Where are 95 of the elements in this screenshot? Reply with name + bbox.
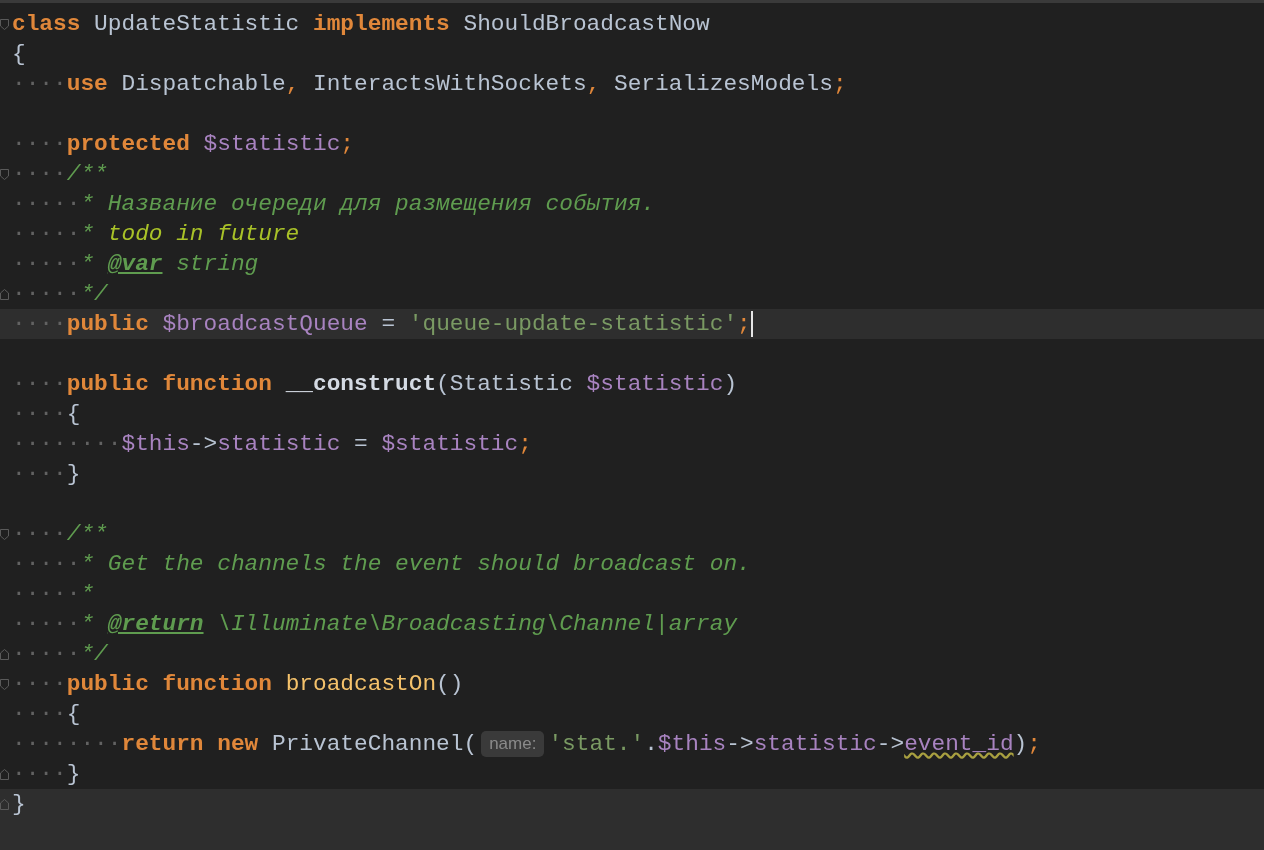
comment: * Название очереди для размещения события. <box>80 190 655 219</box>
code-text: ) <box>1013 730 1028 759</box>
comment: * <box>80 250 95 279</box>
code-text: -> <box>189 430 218 459</box>
keyword: public function <box>66 670 273 699</box>
fold-marker-icon[interactable] <box>0 768 9 780</box>
whitespace-marker: ···· <box>12 760 67 789</box>
fold-marker-icon[interactable] <box>0 678 9 690</box>
code-text: . <box>644 730 658 759</box>
whitespace-marker: ········ <box>12 730 122 759</box>
todo-comment: todo in future <box>106 220 300 249</box>
code-text: } <box>66 460 81 489</box>
whitespace-marker: ···· <box>12 400 67 429</box>
variable: statistic <box>753 730 877 759</box>
whitespace-marker: ···· <box>12 310 67 339</box>
keyword: protected <box>66 130 191 159</box>
code-text: { <box>66 700 81 729</box>
variable: $this <box>121 430 190 459</box>
variable: $this <box>657 730 727 759</box>
code-text: -> <box>726 730 754 759</box>
punctuation: , <box>285 70 300 99</box>
comment: */ <box>80 640 108 669</box>
fold-marker-icon[interactable] <box>0 18 9 30</box>
whitespace-marker: ···· <box>12 370 67 399</box>
keyword: class <box>12 10 81 39</box>
whitespace-marker: ····· <box>12 550 81 579</box>
comment: \Illuminate\Broadcasting\Channel|array <box>216 610 738 639</box>
comment: * <box>80 220 95 249</box>
doc-tag: @return <box>107 609 204 639</box>
variable: $statistic <box>586 370 724 399</box>
comment: /** <box>66 520 108 549</box>
code-text: ) <box>723 370 738 399</box>
code-text: UpdateStatistic <box>93 10 301 39</box>
keyword: public function <box>66 370 273 399</box>
code-text: InteractsWithSockets <box>312 70 587 99</box>
whitespace-marker: ···· <box>12 130 67 159</box>
comment: /** <box>66 160 108 189</box>
comment: * <box>80 580 95 609</box>
code-text: -> <box>876 730 905 759</box>
code-text: } <box>66 760 81 789</box>
keyword: implements <box>313 10 450 39</box>
fold-marker-icon[interactable] <box>0 288 9 300</box>
code-text: = <box>353 430 369 459</box>
whitespace-marker: ····· <box>12 190 81 219</box>
punctuation: ; <box>737 310 751 339</box>
code-text: (Statistic <box>436 370 574 399</box>
function-name: broadcastOn <box>285 670 437 699</box>
keyword: use <box>66 70 108 99</box>
whitespace-marker: ···· <box>12 700 67 729</box>
code-text: SerializesModels <box>613 70 833 99</box>
whitespace-marker: ········ <box>12 430 122 459</box>
variable: statistic <box>217 430 341 459</box>
string-literal: 'queue-update-statistic' <box>408 310 738 339</box>
whitespace-marker: ···· <box>12 160 67 189</box>
punctuation: ; <box>832 70 847 99</box>
code-text: () <box>436 670 464 699</box>
code-text: Dispatchable <box>120 70 286 99</box>
whitespace-marker: ····· <box>12 250 81 279</box>
variable: $broadcastQueue <box>162 310 368 339</box>
whitespace-marker: ····· <box>12 220 81 249</box>
code-text: = <box>380 310 397 339</box>
comment: * Get the channels the event should broadcast on. <box>80 550 751 579</box>
comment: */ <box>80 280 108 309</box>
keyword: public <box>66 310 150 339</box>
fold-marker-icon[interactable] <box>0 168 9 180</box>
code-text: { <box>12 40 26 69</box>
whitespace-marker: ···· <box>12 670 67 699</box>
punctuation: ; <box>340 130 355 159</box>
function-name: __construct <box>285 370 437 399</box>
code-text: PrivateChannel( <box>270 730 478 759</box>
whitespace-marker: ····· <box>12 280 81 309</box>
doc-tag: @var <box>107 249 163 279</box>
fold-marker-icon[interactable] <box>0 528 9 540</box>
keyword: return new <box>121 730 259 759</box>
fold-marker-icon[interactable] <box>0 798 9 810</box>
property-name: event_id <box>904 730 1014 759</box>
variable: $statistic <box>381 430 519 459</box>
whitespace-marker: ···· <box>12 70 67 99</box>
whitespace-marker: ···· <box>12 520 67 549</box>
whitespace-marker: ····· <box>12 580 81 609</box>
punctuation: , <box>586 70 601 99</box>
code-text: ShouldBroadcastNow <box>462 10 710 39</box>
whitespace-marker: ····· <box>12 610 81 639</box>
whitespace-marker: ····· <box>12 640 81 669</box>
comment: string <box>175 250 259 279</box>
string-literal: 'stat.' <box>548 730 645 759</box>
whitespace-marker: ···· <box>12 460 67 489</box>
code-text: { <box>66 400 81 429</box>
punctuation: ; <box>1027 730 1041 759</box>
fold-marker-icon[interactable] <box>0 648 9 660</box>
variable: $statistic <box>203 130 341 159</box>
parameter-hint: name: <box>481 731 545 757</box>
punctuation: ; <box>518 430 532 459</box>
code-text: } <box>12 790 26 819</box>
comment: * <box>80 610 95 639</box>
